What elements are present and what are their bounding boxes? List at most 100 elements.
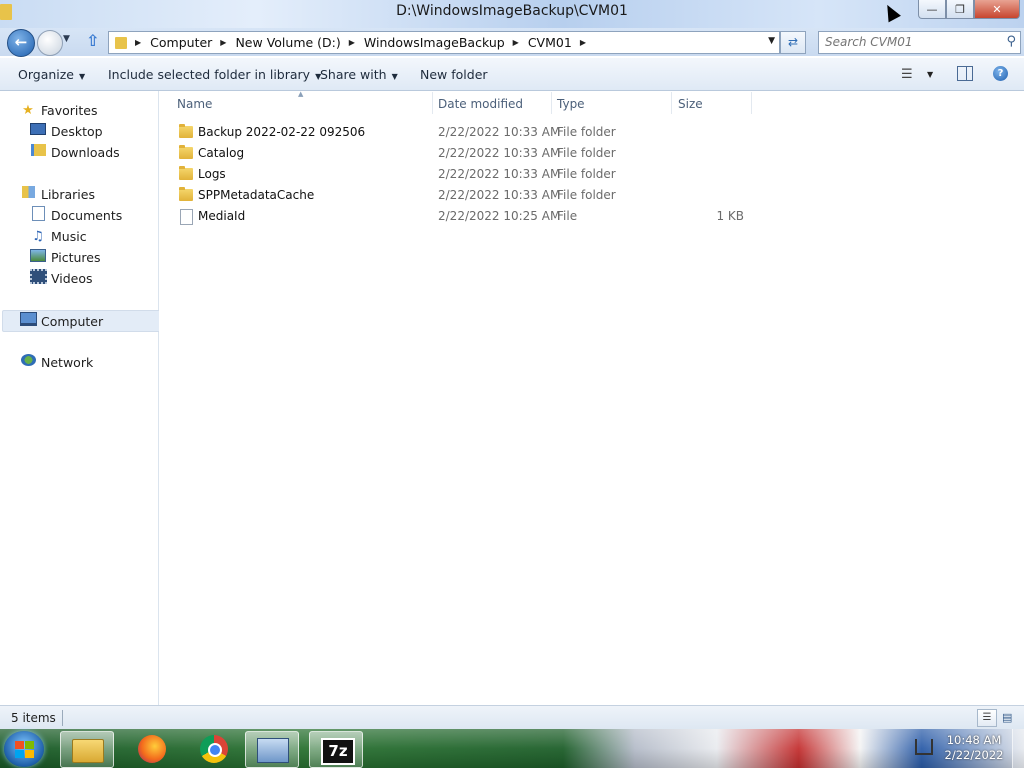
taskbar-server-manager-button[interactable] [245,731,299,768]
taskbar-explorer-button[interactable] [60,731,114,768]
breadcrumb-arrow-icon[interactable]: ▶ [220,38,226,47]
view-options-chevron-down-icon[interactable]: ▼ [927,70,933,79]
file-icon [180,209,193,225]
back-button[interactable]: ← [7,29,35,57]
folder-icon [179,166,193,180]
address-history-dropdown-icon[interactable]: ▼ [768,36,775,46]
clock-time: 10:48 AM [946,733,1002,747]
include-in-library-button[interactable]: Include selected folder in library ▼ [108,67,321,82]
file-row[interactable]: Backup 2022-02-22 092506 2/22/2022 10:33… [159,122,759,143]
firefox-icon [138,735,166,763]
downloads-icon [30,144,46,160]
taskbar-firefox-button[interactable] [127,731,179,766]
column-header-size[interactable]: Size [678,97,703,117]
file-name: MediaId [198,209,246,223]
breadcrumb-windowsimagebackup[interactable]: WindowsImageBackup ▶ [364,35,528,50]
preview-pane-icon[interactable] [957,66,973,81]
file-name: Backup 2022-02-22 092506 [198,125,366,139]
breadcrumb-cvm01[interactable]: CVM01 ▶ [528,35,595,50]
file-date-modified: 2/22/2022 10:33 AM [438,188,561,202]
network-tray-icon[interactable] [915,739,933,755]
nav-favorites[interactable]: ★ Favorites [20,100,97,120]
breadcrumb-arrow-icon[interactable]: ▶ [513,38,519,47]
column-divider[interactable] [551,92,552,114]
clock-date: 2/22/2022 [944,748,1004,762]
organize-button[interactable]: Organize ▼ [18,67,85,82]
file-type: File folder [557,146,616,160]
nav-item-documents[interactable]: Documents [30,205,122,225]
details-view-icon[interactable]: ☰ [977,709,997,727]
nav-item-music[interactable]: ♫ Music [30,226,86,246]
nav-label: Downloads [51,144,120,160]
refresh-button[interactable]: ⇄ [780,31,806,54]
file-date-modified: 2/22/2022 10:33 AM [438,167,561,181]
breadcrumb-computer[interactable]: Computer ▶ [150,35,235,50]
recent-pages-dropdown-icon[interactable]: ▼ [63,34,70,44]
breadcrumb-new-volume[interactable]: New Volume (D:) ▶ [235,35,363,50]
status-divider [62,710,63,726]
column-divider[interactable] [751,92,752,114]
nav-item-network[interactable]: Network [20,352,93,372]
caption-buttons: — ❐ ✕ [918,0,1020,19]
show-desktop-button[interactable] [1012,729,1024,768]
breadcrumb-label: WindowsImageBackup [363,35,505,50]
title-bar[interactable]: D:\WindowsImageBackup\CVM01 — ❐ ✕ [0,0,1024,28]
folder-icon [179,124,193,138]
nav-item-pictures[interactable]: Pictures [30,247,101,267]
search-icon[interactable]: ⚲ [1006,34,1016,49]
search-input[interactable] [819,32,995,51]
file-row[interactable]: MediaId 2/22/2022 10:25 AM File 1 KB [159,206,759,227]
chevron-down-icon: ▼ [391,72,398,81]
forward-button[interactable] [37,30,63,56]
close-button[interactable]: ✕ [974,0,1020,19]
taskbar-7zip-button[interactable]: 7z [309,731,363,768]
column-divider[interactable] [671,92,672,114]
breadcrumb-label: New Volume (D:) [235,35,341,50]
large-icons-view-icon[interactable]: ▤ [1002,711,1012,724]
taskbar-chrome-button[interactable] [189,731,241,766]
address-bar[interactable]: ▶ Computer ▶ New Volume (D:) ▶ WindowsIm… [108,31,780,54]
file-row[interactable]: SPPMetadataCache 2/22/2022 10:33 AM File… [159,185,759,206]
column-divider[interactable] [432,92,433,114]
nav-item-videos[interactable]: Videos [30,268,93,288]
breadcrumb-arrow-icon[interactable]: ▶ [580,38,586,47]
file-row[interactable]: Logs 2/22/2022 10:33 AM File folder [159,164,759,185]
breadcrumb-root-arrow[interactable]: ▶ [127,38,150,47]
nav-item-computer[interactable]: Computer [2,310,175,332]
file-date-modified: 2/22/2022 10:33 AM [438,125,561,139]
up-arrow-icon[interactable]: ⇧ [86,31,99,50]
nav-libraries[interactable]: Libraries [20,184,95,204]
file-row[interactable]: Catalog 2/22/2022 10:33 AM File folder [159,143,759,164]
nav-item-desktop[interactable]: Desktop [30,121,103,141]
search-box[interactable]: ⚲ [818,31,1021,54]
item-count: 5 items [11,711,56,725]
column-header-date-modified[interactable]: Date modified [438,97,523,117]
videos-icon [30,268,47,288]
sort-ascending-icon: ▲ [298,90,304,98]
file-date-modified: 2/22/2022 10:25 AM [438,209,561,223]
nav-label: Documents [51,207,123,223]
help-icon[interactable]: ? [993,66,1008,81]
file-name: Catalog [198,146,245,160]
maximize-restore-button[interactable]: ❐ [946,0,974,19]
column-header-name[interactable]: Name [177,97,212,117]
file-type: File [557,209,578,223]
command-bar: Organize ▼ Include selected folder in lib… [0,58,1024,91]
folder-icon [179,145,193,159]
network-icon [20,354,36,370]
change-view-icon[interactable]: ☰ [901,67,913,82]
share-with-label: Share with [320,67,387,82]
new-folder-label: New folder [420,67,488,82]
start-button[interactable] [4,731,44,767]
nav-label: Network [41,354,94,370]
minimize-button[interactable]: — [918,0,946,19]
breadcrumb-label: CVM01 [527,35,572,50]
computer-icon [20,312,37,330]
file-type: File folder [557,188,616,202]
column-header-type[interactable]: Type [557,97,585,117]
nav-item-downloads[interactable]: Downloads [30,142,120,162]
new-folder-button[interactable]: New folder [420,67,488,82]
breadcrumb-arrow-icon[interactable]: ▶ [349,38,355,47]
share-with-button[interactable]: Share with ▼ [320,67,398,82]
system-clock[interactable]: 10:48 AM 2/22/2022 [944,733,1004,763]
